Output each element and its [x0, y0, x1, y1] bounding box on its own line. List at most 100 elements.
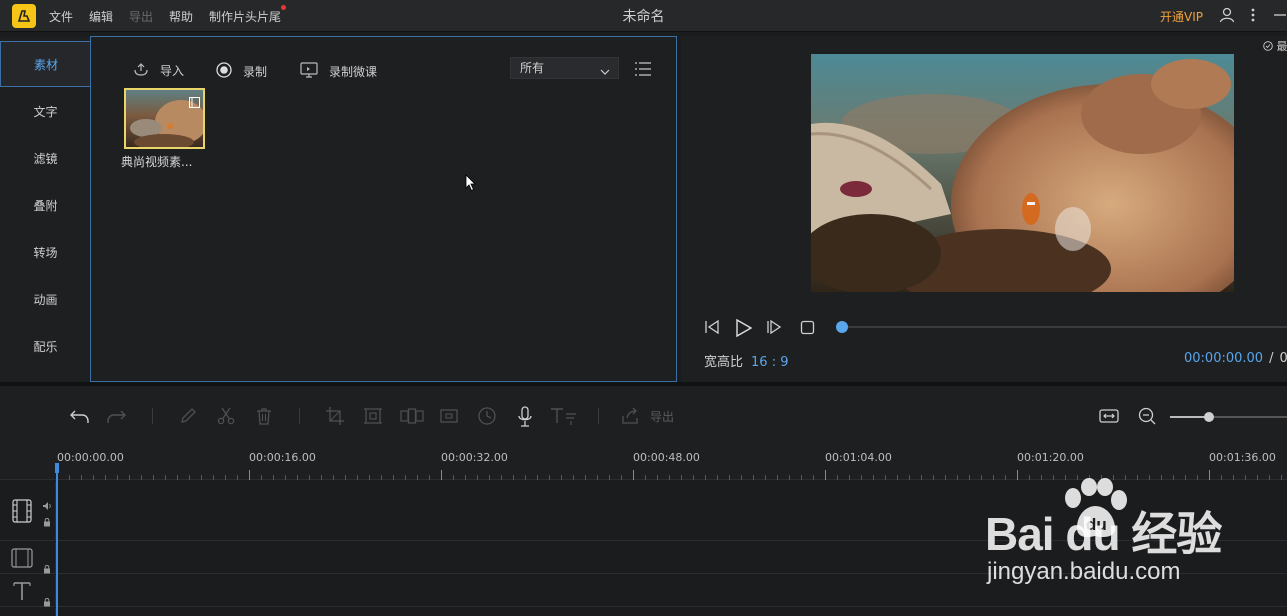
mosaic-icon[interactable] [363, 406, 383, 430]
open-vip-link[interactable]: 开通VIP [1160, 8, 1203, 25]
aspect-ratio-selector[interactable]: 宽高比 16 : 9 [704, 351, 788, 370]
film-strip-icon [11, 499, 33, 527]
play-icon[interactable] [733, 318, 753, 342]
total-time: 00 [1279, 351, 1287, 366]
title-bar: 文件 编辑 导出 帮助 制作片头片尾 未命名 开通VIP [0, 0, 1287, 32]
watermark-brand: Bai du 经验 [985, 508, 1222, 560]
toolbar-separator [152, 408, 153, 424]
sidebar-item-text[interactable]: 文字 [0, 88, 91, 134]
baidu-jingyan-watermark: du Bai du 经验 jingyan.baidu.com [985, 478, 1225, 598]
playback-progress-track[interactable] [841, 326, 1287, 328]
ruler-label: 00:00:32.00 [441, 451, 508, 464]
import-label: 导入 [160, 64, 185, 78]
ruler-label: 00:01:36.00 [1209, 451, 1276, 464]
playhead-line[interactable] [56, 464, 58, 616]
list-view-icon[interactable] [634, 61, 652, 81]
record-lesson-label: 录制微课 [329, 65, 378, 79]
zoom-frame-icon[interactable] [439, 406, 459, 430]
sidebar-item-label: 转场 [33, 245, 58, 260]
undo-icon[interactable] [68, 406, 90, 430]
track-header [0, 542, 56, 574]
toolbar-separator [598, 408, 599, 424]
sidebar-item-label: 动画 [33, 292, 58, 307]
zoom-out-icon[interactable] [1137, 406, 1157, 430]
sidebar-item-music[interactable]: 配乐 [0, 323, 91, 369]
current-time: 00:00:00.00 [1184, 351, 1264, 366]
clip-name: 典尚视频素... [121, 155, 193, 169]
sidebar-item-media[interactable]: 素材 [0, 41, 91, 87]
import-button[interactable]: 导入 [132, 61, 184, 80]
export-label: 导出 [650, 410, 675, 424]
clip-type-icon [189, 93, 200, 112]
media-library-panel: 导入 录制 录制微课 所有 典尚视频素... [90, 36, 677, 382]
fit-timeline-icon[interactable] [1098, 406, 1120, 430]
menu-help[interactable]: 帮助 [169, 8, 193, 25]
audio-track[interactable] [0, 608, 1287, 616]
record-icon [215, 61, 233, 82]
freeze-frame-icon[interactable] [400, 406, 424, 430]
record-button[interactable]: 录制 [215, 61, 267, 82]
window-title: 未命名 [622, 9, 665, 25]
category-sidebar: 素材 文字 滤镜 叠附 转场 动画 配乐 [0, 37, 91, 382]
best-quality-label: 最 [1276, 40, 1287, 53]
playback-progress-handle[interactable] [836, 321, 848, 333]
playback-timecode: 00:00:00.00 / 00 [1184, 351, 1287, 366]
ruler-label: 00:00:00.00 [57, 451, 124, 464]
ruler-label: 00:01:20.00 [1017, 451, 1084, 464]
zoom-slider-handle[interactable] [1204, 412, 1214, 422]
media-clip-thumbnail[interactable] [124, 88, 205, 149]
menu-export[interactable]: 导出 [129, 8, 153, 25]
video-preview-frame [811, 54, 1234, 292]
sidebar-item-label: 文字 [33, 104, 58, 119]
minimize-icon[interactable] [1272, 6, 1287, 28]
timeline-ruler[interactable]: 00:00:00.00 00:00:16.00 00:00:32.00 00:0… [0, 446, 1287, 480]
duration-clock-icon[interactable] [477, 406, 497, 430]
menu-edit[interactable]: 编辑 [89, 8, 113, 25]
zoom-slider-fill [1170, 416, 1208, 418]
preview-panel: 最 宽高比 16: 9 00:00:00.00 / 0 [681, 36, 1287, 382]
edit-icon[interactable] [178, 406, 198, 430]
track-header [0, 608, 56, 616]
ruler-label: 00:00:48.00 [633, 451, 700, 464]
sidebar-item-label: 叠附 [33, 198, 58, 213]
more-options-icon[interactable] [1248, 6, 1258, 28]
menu-make-intro-outro[interactable]: 制作片头片尾 [209, 8, 281, 25]
toolbar-separator [299, 408, 300, 424]
lock-icon[interactable] [42, 512, 52, 531]
track-header [0, 481, 56, 540]
sidebar-item-filters[interactable]: 滤镜 [0, 135, 91, 181]
sidebar-item-label: 素材 [33, 57, 58, 72]
sidebar-item-label: 滤镜 [33, 151, 58, 166]
sidebar-item-overlays[interactable]: 叠附 [0, 182, 91, 228]
sidebar-item-label: 配乐 [33, 339, 58, 354]
scissors-icon[interactable] [216, 406, 236, 430]
export-icon[interactable] [620, 406, 642, 430]
ruler-label: 00:00:16.00 [249, 451, 316, 464]
time-separator: / [1269, 351, 1274, 366]
import-icon [132, 61, 150, 80]
redo-icon[interactable] [106, 406, 128, 430]
user-icon[interactable] [1218, 6, 1236, 28]
mouse-cursor-icon [465, 174, 477, 196]
text-track-icon [12, 580, 32, 606]
app-logo [12, 4, 36, 28]
notification-dot [281, 5, 286, 10]
stop-icon[interactable] [800, 320, 815, 339]
menu-file[interactable]: 文件 [49, 8, 73, 25]
sidebar-item-transitions[interactable]: 转场 [0, 229, 91, 275]
screen-record-icon [299, 61, 319, 82]
aspect-ratio-value: 16 : 9 [751, 355, 789, 370]
next-frame-icon[interactable] [765, 318, 783, 340]
best-quality-checkbox[interactable]: 最 [1263, 38, 1287, 54]
media-filter-dropdown[interactable]: 所有 [510, 57, 619, 79]
sidebar-item-animations[interactable]: 动画 [0, 276, 91, 322]
microphone-icon[interactable] [515, 406, 535, 432]
crop-icon[interactable] [325, 406, 345, 430]
ruler-label: 00:01:04.00 [825, 451, 892, 464]
record-label: 录制 [243, 65, 268, 79]
trash-icon[interactable] [254, 406, 274, 430]
timeline-toolbar: 导出 [0, 386, 1287, 446]
previous-frame-icon[interactable] [703, 318, 721, 340]
record-lesson-button[interactable]: 录制微课 [299, 61, 377, 82]
text-to-speech-icon[interactable] [549, 406, 579, 430]
